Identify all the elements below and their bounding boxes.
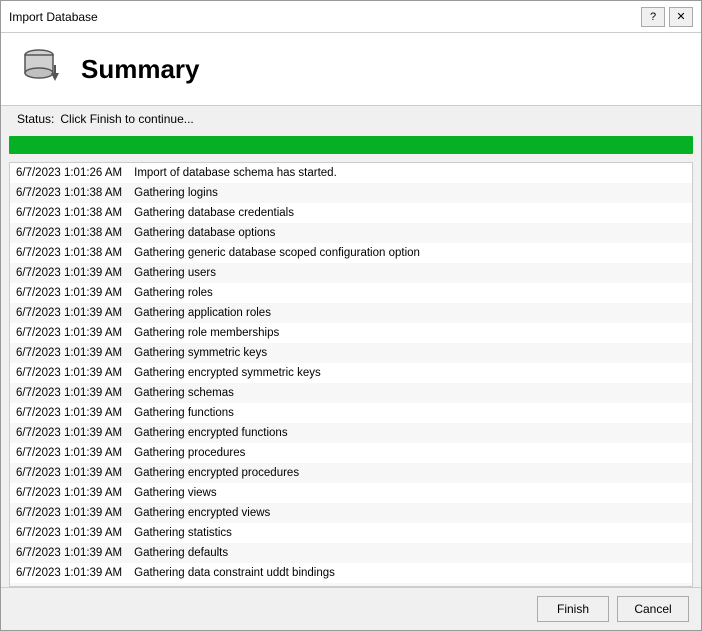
- log-row: 6/7/2023 1:01:39 AMGathering schemas: [10, 383, 692, 403]
- log-time: 6/7/2023 1:01:39 AM: [10, 563, 130, 583]
- header-title: Summary: [81, 54, 200, 85]
- status-label: Status:: [17, 112, 54, 126]
- title-bar-buttons: ? ✕: [641, 7, 693, 27]
- log-row: 6/7/2023 1:01:38 AMGathering database op…: [10, 223, 692, 243]
- title-bar: Import Database ? ✕: [1, 1, 701, 33]
- header-section: Summary: [1, 33, 701, 106]
- log-row: 6/7/2023 1:01:38 AMGathering database cr…: [10, 203, 692, 223]
- log-row: 6/7/2023 1:01:26 AMImport of database sc…: [10, 163, 692, 183]
- log-row: 6/7/2023 1:01:39 AMGathering procedures: [10, 443, 692, 463]
- log-row: 6/7/2023 1:01:38 AMGathering logins: [10, 183, 692, 203]
- progress-bar-container: [1, 132, 701, 162]
- database-import-icon: [17, 45, 65, 93]
- log-message: Gathering symmetric keys: [130, 343, 271, 363]
- log-time: 6/7/2023 1:01:39 AM: [10, 423, 130, 443]
- log-time: 6/7/2023 1:01:39 AM: [10, 263, 130, 283]
- log-time: 6/7/2023 1:01:38 AM: [10, 243, 130, 263]
- log-row: 6/7/2023 1:01:39 AMGathering views: [10, 483, 692, 503]
- log-time: 6/7/2023 1:01:38 AM: [10, 223, 130, 243]
- log-time: 6/7/2023 1:01:39 AM: [10, 503, 130, 523]
- finish-button[interactable]: Finish: [537, 596, 609, 622]
- help-button[interactable]: ?: [641, 7, 665, 27]
- log-message: Gathering data constraint uddt bindings: [130, 563, 339, 583]
- log-time: 6/7/2023 1:01:39 AM: [10, 403, 130, 423]
- log-message: Gathering database options: [130, 223, 279, 243]
- log-row: 6/7/2023 1:01:39 AMGathering encrypted f…: [10, 423, 692, 443]
- status-text: Click Finish to continue...: [60, 112, 193, 126]
- log-message: Gathering encrypted procedures: [130, 463, 303, 483]
- log-message: Gathering roles: [130, 283, 217, 303]
- log-message: Gathering functions: [130, 403, 238, 423]
- log-row: 6/7/2023 1:01:39 AMGathering users: [10, 263, 692, 283]
- log-row: 6/7/2023 1:01:39 AMGathering defaults: [10, 543, 692, 563]
- log-row: 6/7/2023 1:01:39 AMGathering encrypted p…: [10, 463, 692, 483]
- log-message: Gathering logins: [130, 183, 222, 203]
- log-message: Gathering application roles: [130, 303, 275, 323]
- log-row: 6/7/2023 1:01:38 AMGathering generic dat…: [10, 243, 692, 263]
- log-row: 6/7/2023 1:01:39 AMGathering statistics: [10, 523, 692, 543]
- log-message: Gathering encrypted functions: [130, 423, 291, 443]
- log-time: 6/7/2023 1:01:38 AM: [10, 183, 130, 203]
- log-message: Gathering encrypted symmetric keys: [130, 363, 325, 383]
- log-message: Gathering generic database scoped config…: [130, 243, 424, 263]
- import-database-dialog: Import Database ? ✕ Summary Status: Clic…: [0, 0, 702, 631]
- log-row: 6/7/2023 1:01:39 AMGathering role member…: [10, 323, 692, 343]
- dialog-title: Import Database: [9, 10, 98, 24]
- log-time: 6/7/2023 1:01:39 AM: [10, 523, 130, 543]
- log-message: Gathering database credentials: [130, 203, 298, 223]
- log-time: 6/7/2023 1:01:39 AM: [10, 463, 130, 483]
- log-time: 6/7/2023 1:01:39 AM: [10, 363, 130, 383]
- log-entries: 6/7/2023 1:01:26 AMImport of database sc…: [10, 163, 692, 587]
- footer: Finish Cancel: [1, 587, 701, 630]
- log-time: 6/7/2023 1:01:26 AM: [10, 163, 130, 183]
- progress-bar: [9, 136, 693, 154]
- log-time: 6/7/2023 1:01:39 AM: [10, 443, 130, 463]
- log-message: Gathering defaults: [130, 543, 232, 563]
- log-time: 6/7/2023 1:01:39 AM: [10, 343, 130, 363]
- log-time: 6/7/2023 1:01:39 AM: [10, 323, 130, 343]
- log-message: Gathering users: [130, 263, 220, 283]
- cancel-button[interactable]: Cancel: [617, 596, 689, 622]
- log-message: Gathering schemas: [130, 383, 238, 403]
- log-message: Gathering statistics: [130, 523, 236, 543]
- log-time: 6/7/2023 1:01:39 AM: [10, 303, 130, 323]
- log-message: Gathering procedures: [130, 443, 249, 463]
- log-message: Import of database schema has started.: [130, 163, 341, 183]
- log-row: 6/7/2023 1:01:39 AMGathering data constr…: [10, 563, 692, 583]
- log-row: 6/7/2023 1:01:39 AMGathering encrypted v…: [10, 503, 692, 523]
- log-area[interactable]: 6/7/2023 1:01:26 AMImport of database sc…: [9, 162, 693, 587]
- log-row: 6/7/2023 1:01:39 AMGathering encrypted s…: [10, 363, 692, 383]
- log-time: 6/7/2023 1:01:39 AM: [10, 483, 130, 503]
- log-message: Gathering encrypted views: [130, 503, 274, 523]
- log-row: 6/7/2023 1:01:39 AMGathering roles: [10, 283, 692, 303]
- log-message: Gathering views: [130, 483, 220, 503]
- log-row: 6/7/2023 1:01:39 AMGathering functions: [10, 403, 692, 423]
- log-time: 6/7/2023 1:01:39 AM: [10, 543, 130, 563]
- log-row: 6/7/2023 1:01:39 AMGathering application…: [10, 303, 692, 323]
- log-time: 6/7/2023 1:01:39 AM: [10, 283, 130, 303]
- log-message: Gathering role memberships: [130, 323, 283, 343]
- log-time: 6/7/2023 1:01:39 AM: [10, 383, 130, 403]
- log-time: 6/7/2023 1:01:38 AM: [10, 203, 130, 223]
- status-bar: Status: Click Finish to continue...: [1, 106, 701, 132]
- log-row: 6/7/2023 1:01:39 AMGathering symmetric k…: [10, 343, 692, 363]
- close-button[interactable]: ✕: [669, 7, 693, 27]
